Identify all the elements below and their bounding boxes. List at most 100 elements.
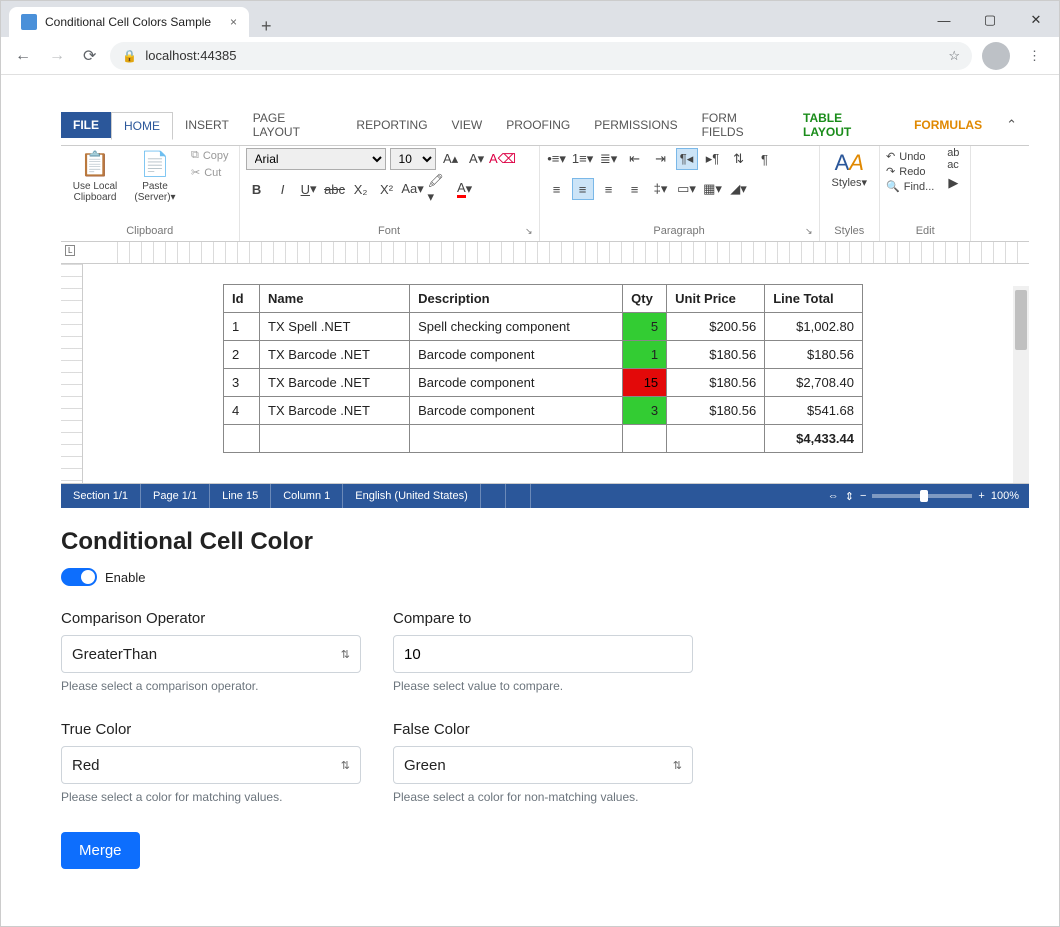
copy-button[interactable]: ⧉Copy bbox=[187, 148, 233, 163]
scrollbar-thumb[interactable] bbox=[1015, 290, 1027, 350]
rtl-icon[interactable]: ▸¶ bbox=[702, 148, 724, 170]
cell-unit-price: $200.56 bbox=[667, 313, 765, 341]
clear-formatting-icon[interactable]: A⌫ bbox=[492, 148, 514, 170]
font-size-select[interactable]: 10 bbox=[390, 148, 436, 170]
close-tab-icon[interactable]: × bbox=[230, 15, 237, 29]
tab-file[interactable]: FILE bbox=[61, 112, 111, 138]
table-row[interactable]: 2TX Barcode .NETBarcode component1$180.5… bbox=[224, 341, 863, 369]
table-row[interactable]: 1TX Spell .NETSpell checking component5$… bbox=[224, 313, 863, 341]
superscript-icon[interactable]: X² bbox=[376, 178, 398, 200]
browser-tab[interactable]: Conditional Cell Colors Sample × bbox=[9, 7, 249, 37]
status-column: Column 1 bbox=[271, 484, 343, 508]
undo-button[interactable]: ↶Undo bbox=[886, 150, 934, 163]
redo-button[interactable]: ↷Redo bbox=[886, 165, 934, 178]
increase-indent-icon[interactable]: ⇥ bbox=[650, 148, 672, 170]
merge-button[interactable]: Merge bbox=[61, 832, 140, 869]
maximize-icon[interactable]: ▢ bbox=[967, 3, 1013, 37]
zoom-in-icon[interactable]: + bbox=[978, 490, 984, 502]
strikethrough-icon[interactable]: abc bbox=[324, 178, 346, 200]
fit-width-icon[interactable]: ⇔ bbox=[828, 490, 839, 502]
close-window-icon[interactable]: ✕ bbox=[1013, 3, 1059, 37]
use-local-clipboard-button[interactable]: 📋Use Local Clipboard bbox=[67, 148, 123, 205]
tab-page-layout[interactable]: PAGE LAYOUT bbox=[241, 105, 345, 145]
tab-view[interactable]: VIEW bbox=[440, 112, 495, 138]
lock-icon: 🔒 bbox=[122, 49, 137, 63]
horizontal-ruler[interactable]: L bbox=[61, 242, 1029, 264]
tab-insert[interactable]: INSERT bbox=[173, 112, 241, 138]
omnibox[interactable]: 🔒 localhost:44385 ☆ bbox=[110, 42, 972, 70]
font-name-select[interactable]: Arial bbox=[246, 148, 386, 170]
next-icon[interactable]: ▶ bbox=[942, 172, 964, 194]
fit-page-icon[interactable]: ⇕ bbox=[845, 490, 854, 503]
sort-icon[interactable]: ⇅ bbox=[728, 148, 750, 170]
highlight-icon[interactable]: 🖍▾ bbox=[428, 178, 450, 200]
enable-toggle[interactable] bbox=[61, 568, 97, 586]
borders-icon[interactable]: ▦▾ bbox=[702, 178, 724, 200]
chevron-down-icon: ⇅ bbox=[341, 759, 350, 772]
zoom-slider[interactable] bbox=[872, 494, 972, 498]
bold-icon[interactable]: B bbox=[246, 178, 268, 200]
multilevel-icon[interactable]: ≣▾ bbox=[598, 148, 620, 170]
undo-icon: ↶ bbox=[886, 150, 895, 163]
find-button[interactable]: 🔍Find... bbox=[886, 180, 934, 193]
false-color-select[interactable]: Green⇅ bbox=[393, 746, 693, 784]
cell-id: 4 bbox=[224, 397, 260, 425]
tab-home[interactable]: HOME bbox=[111, 112, 173, 140]
change-case-icon[interactable]: Aa▾ bbox=[402, 178, 424, 200]
replace-icon[interactable]: abac bbox=[942, 148, 964, 170]
th-total: Line Total bbox=[765, 285, 863, 313]
zoom-out-icon[interactable]: − bbox=[860, 490, 866, 502]
align-left-icon[interactable]: ≡ bbox=[546, 178, 568, 200]
tab-table-layout[interactable]: TABLE LAYOUT bbox=[791, 105, 902, 145]
tab-reporting[interactable]: REPORTING bbox=[344, 112, 439, 138]
minimize-icon[interactable]: — bbox=[921, 3, 967, 37]
italic-icon[interactable]: I bbox=[272, 178, 294, 200]
ltr-icon[interactable]: ¶◂ bbox=[676, 148, 698, 170]
cell-unit-price: $180.56 bbox=[667, 341, 765, 369]
decrease-indent-icon[interactable]: ⇤ bbox=[624, 148, 646, 170]
styles-button[interactable]: AAStyles▾ bbox=[826, 148, 873, 191]
zoom-handle[interactable] bbox=[920, 490, 928, 502]
reload-icon[interactable]: ⟳ bbox=[79, 42, 100, 70]
shading-icon[interactable]: ▭▾ bbox=[676, 178, 698, 200]
frame-color-icon[interactable]: ◢▾ bbox=[728, 178, 750, 200]
align-right-icon[interactable]: ≡ bbox=[598, 178, 620, 200]
table-row[interactable]: 4TX Barcode .NETBarcode component3$180.5… bbox=[224, 397, 863, 425]
tab-proofing[interactable]: PROOFING bbox=[494, 112, 582, 138]
tab-form-fields[interactable]: FORM FIELDS bbox=[690, 105, 791, 145]
compare-to-input[interactable] bbox=[393, 635, 693, 673]
align-center-icon[interactable]: ≡ bbox=[572, 178, 594, 200]
grow-font-icon[interactable]: A▴ bbox=[440, 148, 462, 170]
vertical-scrollbar[interactable] bbox=[1013, 286, 1029, 483]
forward-icon[interactable]: → bbox=[45, 43, 69, 69]
justify-icon[interactable]: ≡ bbox=[624, 178, 646, 200]
line-spacing-icon[interactable]: ‡▾ bbox=[650, 178, 672, 200]
comparison-operator-select[interactable]: GreaterThan⇅ bbox=[61, 635, 361, 673]
profile-avatar-icon[interactable] bbox=[982, 42, 1010, 70]
show-marks-icon[interactable]: ¶ bbox=[754, 148, 776, 170]
tab-formulas[interactable]: FORMULAS bbox=[902, 112, 994, 138]
shrink-font-icon[interactable]: A▾ bbox=[466, 148, 488, 170]
cut-button[interactable]: ✂Cut bbox=[187, 165, 233, 180]
back-icon[interactable]: ← bbox=[11, 43, 35, 69]
bookmark-icon[interactable]: ☆ bbox=[948, 48, 960, 64]
new-tab-button[interactable]: + bbox=[249, 16, 284, 37]
paste-server-button[interactable]: 📄Paste (Server)▾ bbox=[127, 148, 183, 205]
browser-menu-icon[interactable]: ⋮ bbox=[1020, 48, 1049, 64]
subscript-icon[interactable]: X₂ bbox=[350, 178, 372, 200]
bullets-icon[interactable]: •≡▾ bbox=[546, 148, 568, 170]
invoice-table[interactable]: Id Name Description Qty Unit Price Line … bbox=[223, 284, 863, 453]
font-color-icon[interactable]: A▾ bbox=[454, 178, 476, 200]
true-color-select[interactable]: Red⇅ bbox=[61, 746, 361, 784]
numbering-icon[interactable]: 1≡▾ bbox=[572, 148, 594, 170]
underline-icon[interactable]: U▾ bbox=[298, 178, 320, 200]
paragraph-launcher-icon[interactable]: ↘ bbox=[805, 226, 813, 237]
tab-permissions[interactable]: PERMISSIONS bbox=[582, 112, 689, 138]
font-launcher-icon[interactable]: ↘ bbox=[525, 226, 533, 237]
tab-stop-icon[interactable]: L bbox=[65, 245, 75, 256]
vertical-ruler[interactable] bbox=[61, 264, 83, 483]
ribbon-collapse-icon[interactable]: ⌃ bbox=[994, 111, 1029, 139]
table-row[interactable]: 3TX Barcode .NETBarcode component15$180.… bbox=[224, 369, 863, 397]
document-canvas[interactable]: Id Name Description Qty Unit Price Line … bbox=[83, 264, 1029, 483]
group-label-styles: Styles bbox=[826, 223, 873, 239]
